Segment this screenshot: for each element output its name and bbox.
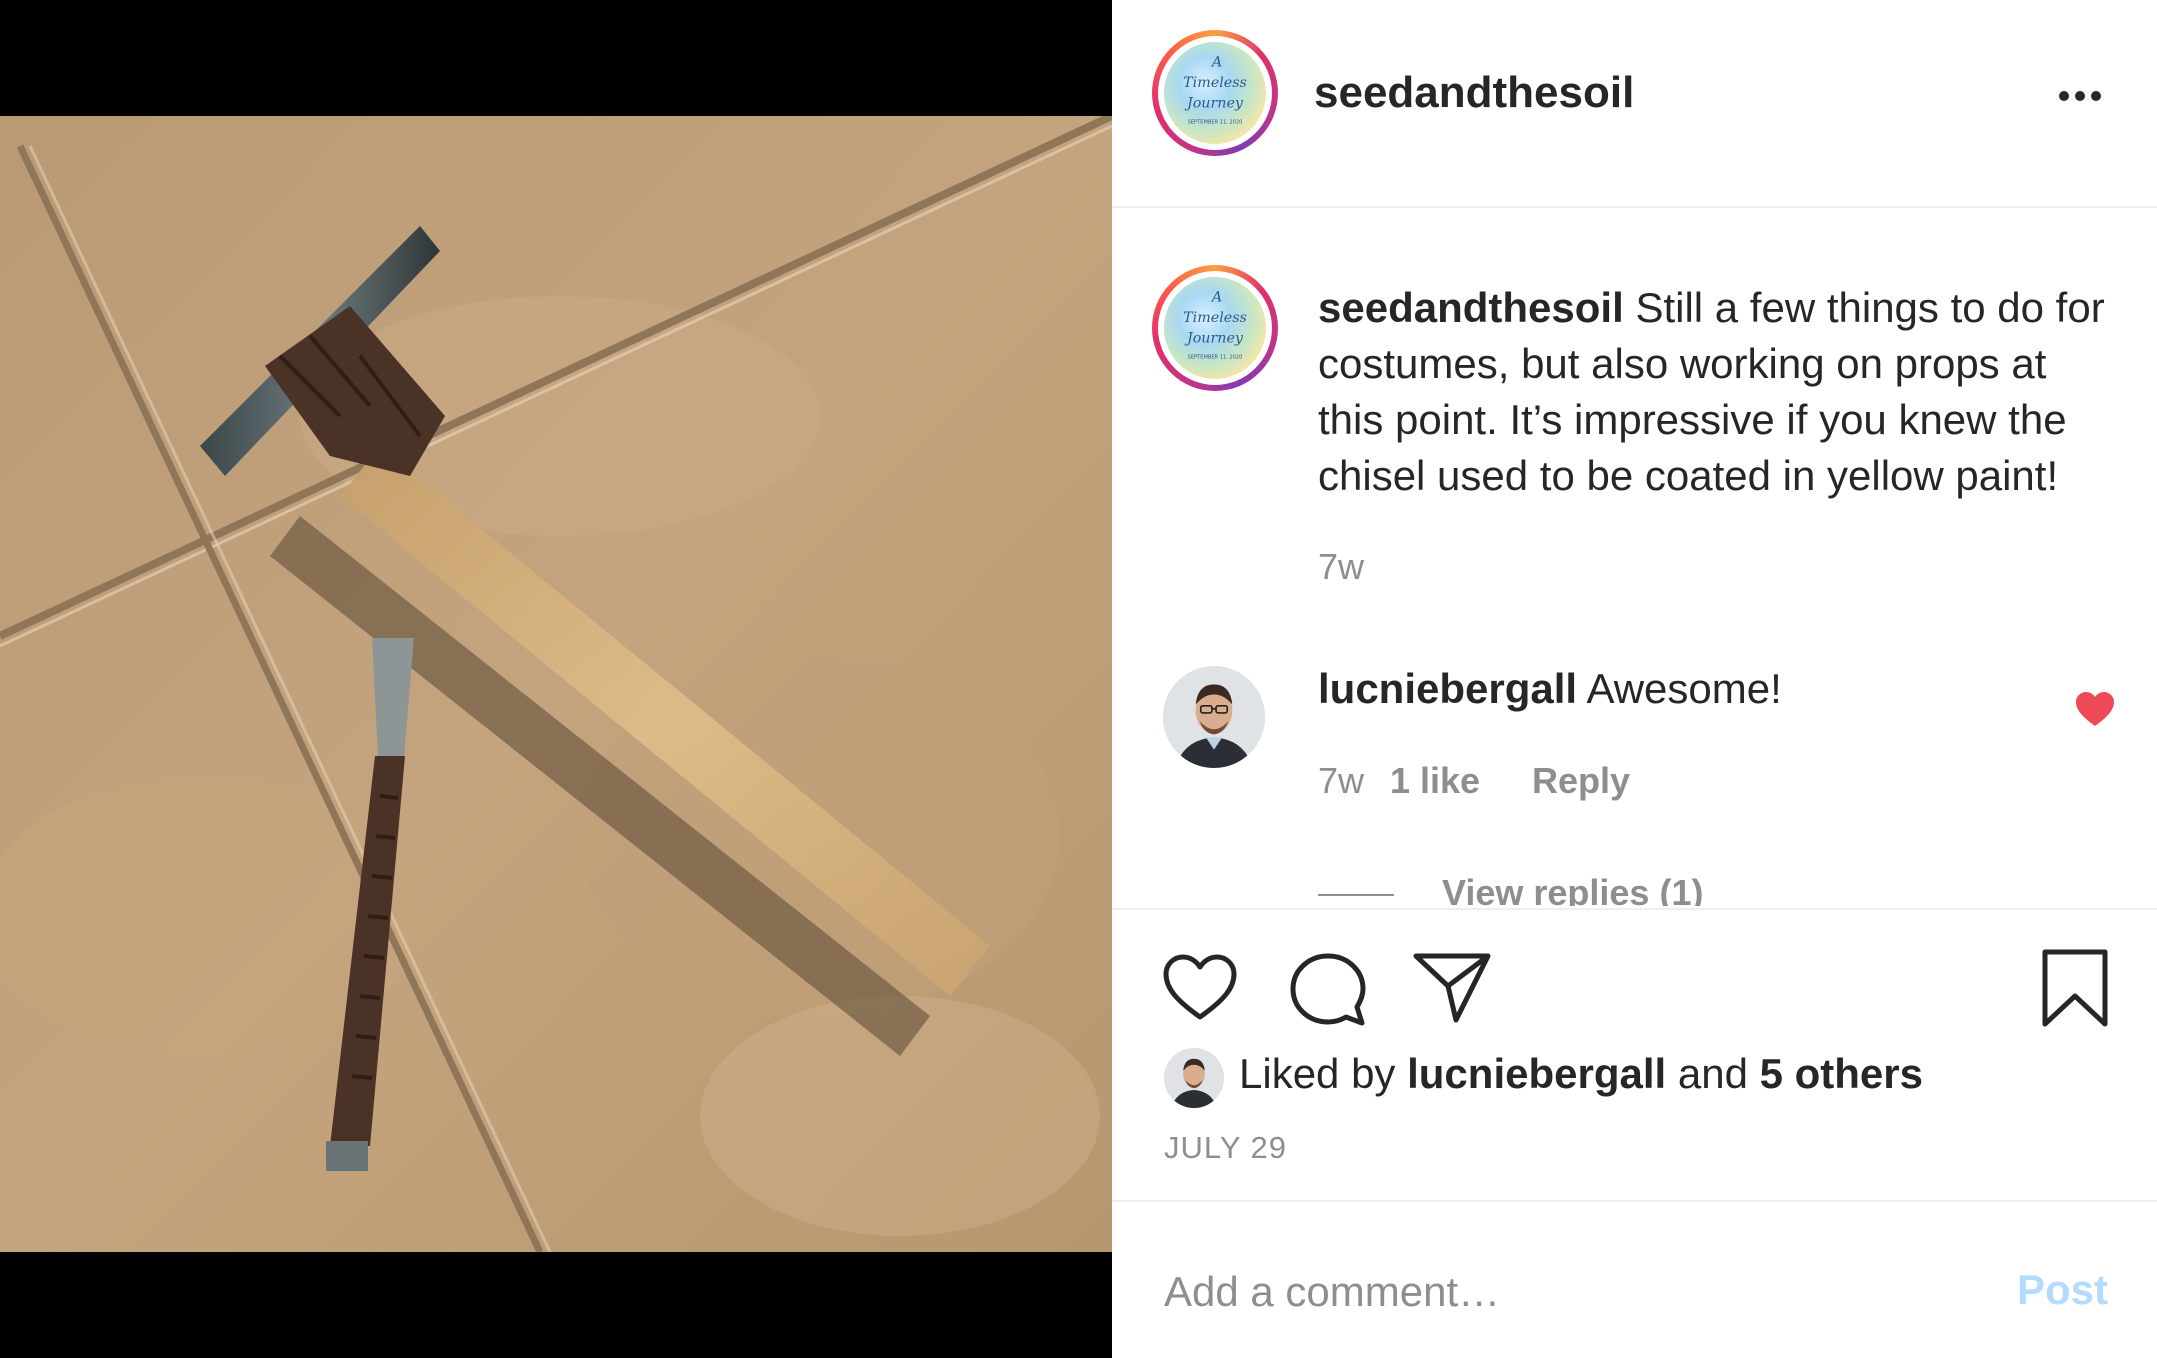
reply-button[interactable]: Reply [1532, 760, 1630, 802]
caption-avatar[interactable]: A Timeless Journey SEPTEMBER 11, 2020 [1152, 265, 1278, 391]
avatar-text-line: Timeless [1183, 75, 1247, 91]
send-icon[interactable] [1412, 952, 1492, 1024]
post-date[interactable]: JULY 29 [1164, 1130, 1287, 1166]
comment-body: lucniebergall Awesome! [1318, 665, 1782, 713]
avatar-text-line: A [1210, 54, 1222, 70]
avatar-text-line: SEPTEMBER 11, 2020 [1188, 355, 1243, 361]
bookmark-icon[interactable] [2041, 948, 2109, 1028]
post-photo [0, 116, 1112, 1252]
caption-time[interactable]: 7w [1318, 546, 1364, 588]
avatar-text-line: A [1210, 289, 1222, 305]
liker-avatar[interactable] [1164, 1048, 1224, 1108]
comment-heart-icon[interactable] [2075, 692, 2115, 728]
more-horizontal-icon[interactable] [2056, 85, 2104, 107]
comments-divider [1112, 908, 2157, 910]
comment-text: Awesome! [1586, 665, 1782, 712]
avatar-text-line: SEPTEMBER 11, 2020 [1188, 120, 1243, 126]
liked-by-prefix: Liked by [1239, 1050, 1396, 1097]
comment-icon[interactable] [1290, 952, 1366, 1028]
footer-divider [1112, 1200, 2157, 1202]
commenter-avatar[interactable] [1163, 666, 1265, 768]
avatar-text-line: Journey [1184, 330, 1244, 346]
liked-by-others[interactable]: 5 others [1760, 1050, 1923, 1097]
comment-username[interactable]: lucniebergall [1318, 665, 1577, 712]
comment-likes[interactable]: 1 like [1390, 760, 1480, 802]
avatar-text-line: Timeless [1183, 310, 1247, 326]
view-replies-label[interactable]: View replies (1) [1442, 872, 1703, 906]
liked-by-user[interactable]: lucniebergall [1407, 1050, 1666, 1097]
post-sidebar: A Timeless Journey SEPTEMBER 11, 2020 se… [1112, 0, 2157, 1358]
liked-by-connector: and [1677, 1050, 1748, 1097]
post-media[interactable] [0, 0, 1112, 1358]
comment-likes-label[interactable]: 1 like [1390, 760, 1480, 801]
comment-time[interactable]: 7w [1318, 760, 1364, 802]
author-avatar[interactable]: A Timeless Journey SEPTEMBER 11, 2020 [1152, 30, 1278, 156]
caption-username[interactable]: seedandthesoil [1318, 284, 1624, 331]
add-comment-input[interactable] [1164, 1262, 1984, 1322]
header-divider [1112, 206, 2157, 208]
reply-label[interactable]: Reply [1532, 760, 1630, 801]
post-caption: seedandthesoil Still a few things to do … [1318, 280, 2118, 504]
post-comment-button[interactable]: Post [2017, 1266, 2108, 1314]
replies-dash [1318, 894, 1394, 896]
avatar-text-line: Journey [1184, 95, 1244, 111]
heart-icon[interactable] [1162, 954, 1238, 1022]
view-replies-button[interactable]: View replies (1) [1318, 866, 1818, 906]
liked-by-summary: Liked by lucniebergall and 5 others [1239, 1050, 1923, 1098]
header-username[interactable]: seedandthesoil [1314, 68, 1634, 118]
